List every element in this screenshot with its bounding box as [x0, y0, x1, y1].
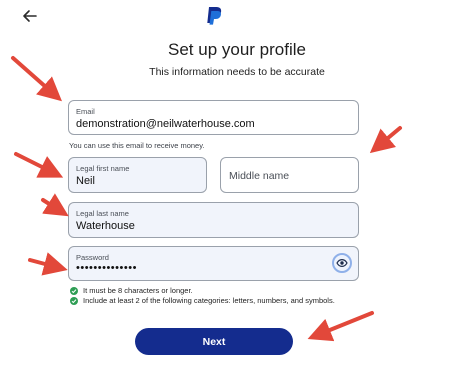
- last-name-field[interactable]: Legal last name Waterhouse: [68, 202, 359, 238]
- password-rule: It must be 8 characters or longer.: [83, 286, 193, 295]
- middle-name-placeholder: Middle name: [229, 170, 290, 182]
- back-button[interactable]: [20, 6, 40, 26]
- email-value: demonstration@neilwaterhouse.com: [76, 118, 255, 130]
- password-rule: Include at least 2 of the following cate…: [83, 296, 335, 305]
- page-title: Set up your profile: [168, 40, 306, 59]
- annotation-arrow: [41, 193, 69, 217]
- annotation-arrow: [369, 126, 402, 154]
- annotation-arrow: [14, 152, 64, 178]
- first-name-label: Legal first name: [76, 164, 130, 173]
- next-button[interactable]: Next: [135, 328, 293, 355]
- email-label: Email: [76, 107, 95, 116]
- password-label: Password: [76, 253, 109, 262]
- check-icon: [70, 297, 78, 305]
- page-subtitle: This information needs to be accurate: [149, 66, 325, 78]
- annotation-arrow: [307, 311, 374, 342]
- email-hint: You can use this email to receive money.: [69, 141, 205, 150]
- email-field[interactable]: Email demonstration@neilwaterhouse.com: [68, 100, 359, 135]
- middle-name-field[interactable]: Middle name: [220, 157, 359, 193]
- paypal-logo-icon: [205, 6, 223, 28]
- last-name-label: Legal last name: [76, 209, 129, 218]
- password-field[interactable]: Password ••••••••••••••: [68, 246, 359, 281]
- check-icon: [70, 287, 78, 295]
- show-password-toggle[interactable]: [332, 253, 352, 273]
- arrow-left-icon: [23, 10, 37, 22]
- eye-icon: [336, 258, 348, 268]
- last-name-value: Waterhouse: [76, 220, 135, 232]
- annotation-arrow: [28, 252, 68, 276]
- first-name-field[interactable]: Legal first name Neil: [68, 157, 207, 193]
- first-name-value: Neil: [76, 175, 95, 187]
- password-value: ••••••••••••••: [76, 262, 137, 274]
